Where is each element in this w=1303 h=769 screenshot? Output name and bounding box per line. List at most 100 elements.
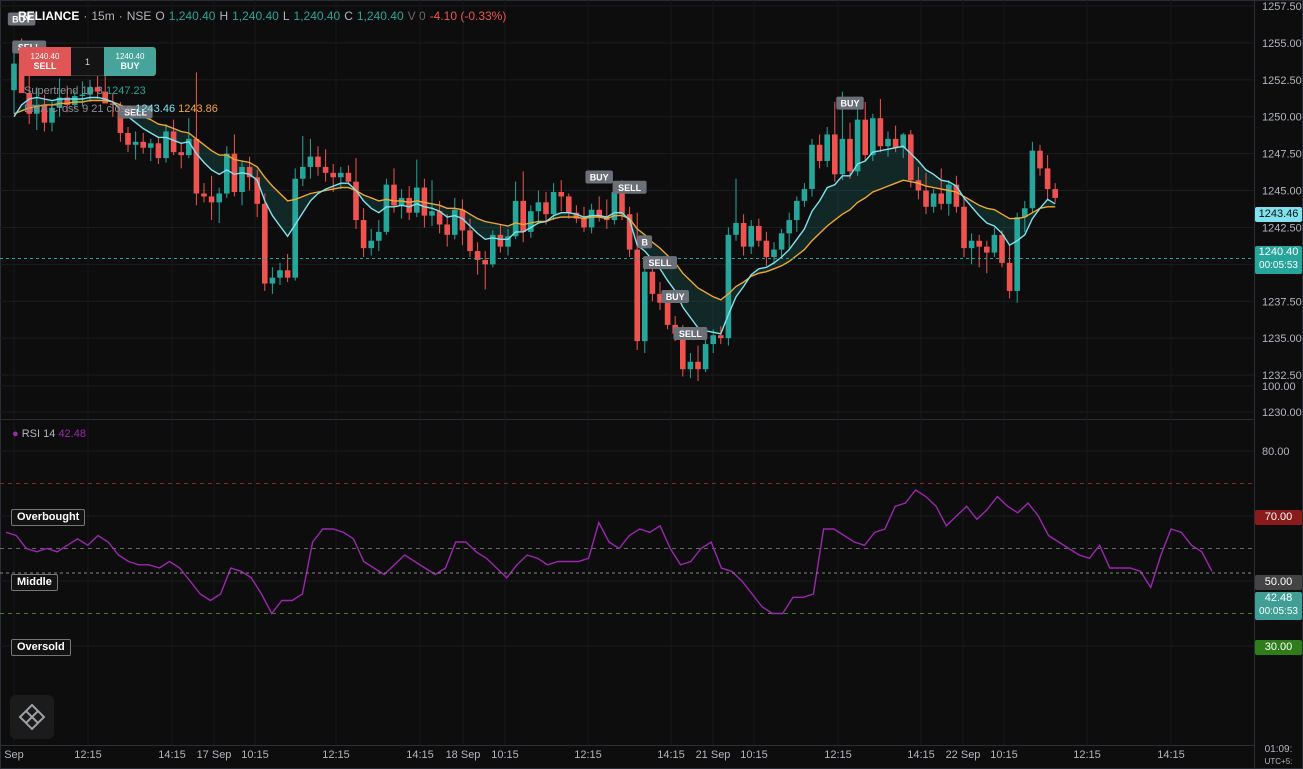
candle-body [148, 143, 154, 148]
candle-body [695, 361, 701, 370]
sell-button[interactable]: 1240.40 SELL [19, 47, 71, 76]
open-value: 1,240.40 [168, 9, 216, 23]
candle-body [976, 240, 982, 247]
last-price: 1240.40 [1258, 246, 1299, 258]
candle-body [360, 220, 367, 249]
candle-body [300, 166, 306, 179]
candle-body [642, 271, 648, 342]
tradingview-logo[interactable] [10, 695, 54, 739]
time-tick-label: 10:15 [241, 749, 269, 761]
candle-body [201, 193, 207, 197]
candle-body [748, 225, 754, 247]
candle-body [262, 203, 268, 284]
chart-grid [0, 0, 1303, 769]
supertrend-value: 1247.23 [105, 85, 146, 97]
candle-body [786, 220, 792, 234]
candlestick-series [11, 38, 1058, 381]
symbol-name[interactable]: RELIANCE [18, 9, 79, 23]
candle-body [634, 249, 640, 342]
time-tick-label: 10:15 [491, 749, 519, 761]
high-value: 1,240.40 [232, 9, 279, 23]
rsi-legend[interactable]: ● RSI 14 42.48 [12, 428, 86, 440]
candle-body [490, 234, 496, 265]
candle-body [923, 190, 929, 207]
rsi-length: 14 [43, 428, 56, 440]
ema-cross-legend[interactable]: EMA Cross 9 21 close 1243.46 1243.86 [24, 103, 218, 115]
supertrend-legend[interactable]: Supertrend 10 3 1247.23 [24, 85, 146, 97]
rsi-name: RSI [21, 428, 41, 440]
candle-body [520, 200, 526, 232]
time-tick-label: 21 Sep [696, 749, 731, 761]
sell-label: SELL [33, 61, 57, 71]
candle-body [535, 202, 542, 212]
time-tick-label: 14:15 [406, 749, 434, 761]
rsi-countdown: 00:05:53 [1259, 606, 1298, 617]
last-price-tag: 1240.40 00:05:53 [1255, 246, 1302, 274]
rsi-level-lines [0, 483, 1254, 614]
open-label: O [155, 9, 165, 23]
candle-body [892, 138, 899, 148]
candle-body [512, 200, 519, 237]
candle-body [664, 302, 671, 325]
candle-body [550, 192, 557, 215]
ema-fast-price-tag: 1243.46 [1255, 207, 1302, 222]
clock[interactable]: 01:09: UTC+5: [1255, 744, 1302, 768]
candle-body [1006, 262, 1013, 291]
candle-body [816, 144, 823, 162]
supertrend-name: Supertrend [24, 85, 79, 97]
middle-tag: 50.00 [1255, 575, 1302, 590]
quantity-field[interactable]: 1 [71, 47, 104, 76]
candle-body [946, 184, 952, 204]
candle-body [368, 240, 374, 249]
candle-body [216, 193, 222, 203]
candle-body [132, 141, 139, 145]
change-value: -4.10 (-0.33%) [429, 9, 507, 23]
candle-body [239, 166, 245, 193]
candle-body [915, 180, 922, 191]
candle-body [733, 223, 739, 235]
trade-widget: 1240.40 SELL 1 1240.40 BUY [19, 47, 156, 76]
interval[interactable]: 15m [91, 9, 114, 23]
time-tick-label: 14:15 [907, 749, 935, 761]
clock-zone: UTC+5: [1264, 757, 1293, 766]
candle-body [649, 271, 656, 294]
price-tick-label: 1247.50 [1262, 149, 1302, 161]
candle-body [140, 141, 146, 148]
exchange: NSE [126, 9, 152, 23]
time-tick-label: Sep [4, 749, 24, 761]
candle-body [322, 166, 329, 173]
candle-body [908, 134, 914, 181]
candle-body [1014, 217, 1020, 291]
candle-body [588, 209, 595, 228]
rsi-value: 42.48 [58, 428, 86, 440]
rsi-line [5, 489, 1213, 615]
candle-body [961, 206, 967, 249]
candle-body [938, 193, 944, 204]
symbol-legend: RELIANCE · 15m · NSE O 1,240.40 H 1,240.… [18, 9, 507, 23]
candle-body [885, 138, 891, 147]
candle-body [391, 184, 397, 206]
high-label: H [219, 9, 229, 23]
candle-body [330, 172, 336, 178]
candle-body [429, 211, 435, 216]
diamond-logo-icon [18, 703, 46, 731]
candle-body [718, 335, 724, 339]
time-tick-label: 14:15 [1157, 749, 1185, 761]
candle-body [497, 234, 504, 247]
candle-body [968, 240, 975, 249]
candle-body [178, 152, 184, 156]
rsi-tick-label: 100.00 [1262, 381, 1296, 393]
price-tick-label: 1235.00 [1262, 333, 1302, 345]
signal-label: SELL [618, 183, 642, 193]
candle-body [467, 230, 473, 252]
ema-slow-value: 1243.86 [178, 103, 218, 115]
candle-body [581, 218, 587, 228]
chart-canvas[interactable]: BUYSELLSELLBUYSELLBSELLBUYSELLBUY 1257.5… [0, 0, 1303, 769]
candle-body [756, 225, 762, 241]
time-tick-label: 12:15 [74, 749, 102, 761]
buy-button[interactable]: 1240.40 BUY [104, 47, 156, 76]
ema-cross-params: 9 21 close [82, 103, 133, 115]
candle-body [832, 134, 838, 175]
candle-body [558, 192, 564, 197]
signal-label: BUY [590, 172, 609, 182]
